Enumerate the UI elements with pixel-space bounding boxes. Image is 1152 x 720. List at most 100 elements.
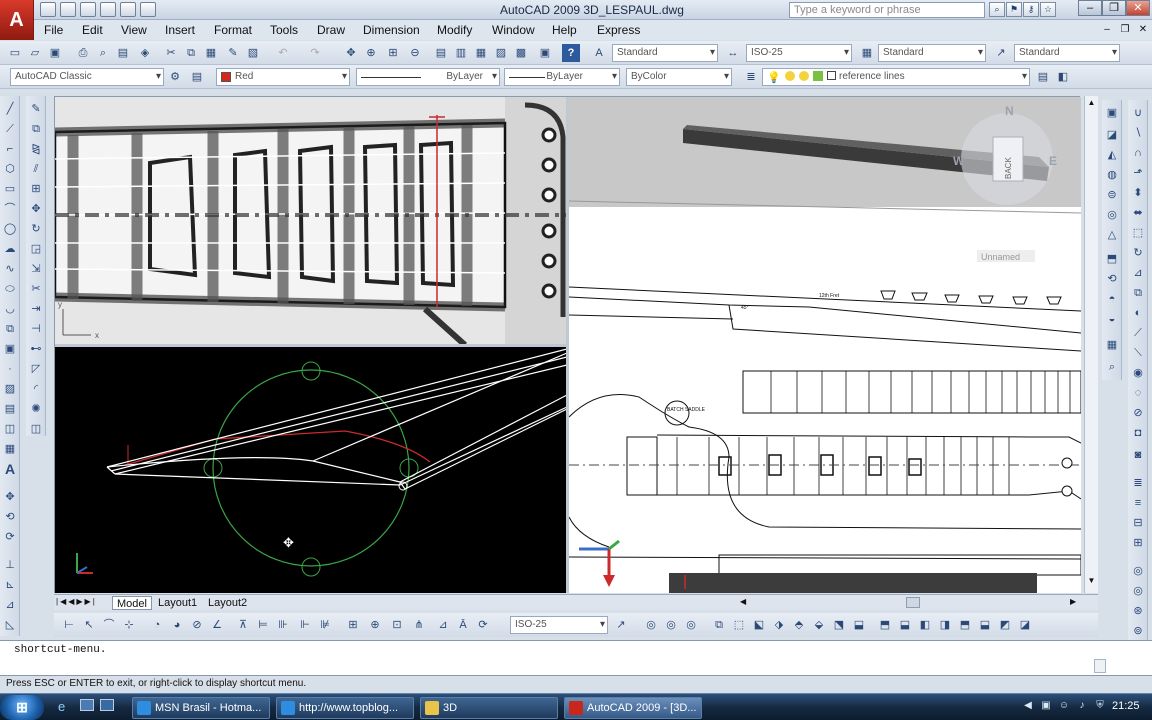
ucs-y-icon[interactable]: ⬓ bbox=[850, 616, 868, 634]
color-select[interactable]: Red bbox=[216, 68, 350, 86]
fillet-icon[interactable]: ◜ bbox=[27, 380, 45, 398]
properties-icon[interactable]: ▤ bbox=[432, 44, 450, 62]
dim-break-icon[interactable]: ⊯ bbox=[316, 616, 334, 634]
drawing-area[interactable]: y x ✥ N W E BACK Unnamed BATCH SADDLE 12… bbox=[54, 96, 1081, 593]
show-desktop-icon[interactable] bbox=[80, 699, 94, 711]
insert-block-icon[interactable]: ⧉ bbox=[1, 320, 19, 338]
search-input[interactable]: Type a keyword or phrase bbox=[789, 2, 985, 18]
wedge-icon[interactable]: ◪ bbox=[1103, 126, 1121, 144]
stretch-icon[interactable]: ⇲ bbox=[27, 260, 45, 278]
spline-icon[interactable]: ∿ bbox=[1, 260, 19, 278]
plot-icon[interactable]: ⎙ bbox=[74, 44, 92, 62]
hscroll-right-icon[interactable]: ▶ bbox=[1070, 597, 1076, 606]
block-editor-icon[interactable]: ▧ bbox=[244, 44, 262, 62]
view-right-icon[interactable]: ◨ bbox=[936, 616, 954, 634]
view-left-icon[interactable]: ◧ bbox=[916, 616, 934, 634]
quick-dim-icon[interactable]: ⊼ bbox=[234, 616, 252, 634]
tray-messenger-icon[interactable]: ☺ bbox=[1058, 700, 1070, 712]
imprint-icon[interactable]: ◉ bbox=[1129, 364, 1147, 382]
ucs-world-icon[interactable]: ⊾ bbox=[1, 576, 19, 594]
copy-edges-icon[interactable]: ⟋ bbox=[1129, 324, 1147, 342]
open-icon[interactable]: ▱ bbox=[26, 44, 44, 62]
break-icon[interactable]: ⊣ bbox=[27, 320, 45, 338]
angular-dim-icon[interactable]: ∠ bbox=[208, 616, 226, 634]
cylinder-icon[interactable]: ⊜ bbox=[1103, 186, 1121, 204]
ucs-x-icon[interactable]: ⬔ bbox=[830, 616, 848, 634]
chamfer-icon[interactable]: ◸ bbox=[27, 360, 45, 378]
dim-style-select[interactable]: ISO-25 bbox=[746, 44, 852, 62]
taskbar-item-folder[interactable]: 3D bbox=[420, 697, 558, 719]
workspace-select[interactable]: AutoCAD Classic bbox=[10, 68, 164, 86]
close-button[interactable]: ✕ bbox=[1126, 0, 1150, 16]
menu-help[interactable]: Help bbox=[552, 23, 577, 37]
union-icon[interactable]: ∪ bbox=[1129, 104, 1147, 122]
view-back-icon[interactable]: ⬓ bbox=[896, 616, 914, 634]
match-properties-icon[interactable]: ✎ bbox=[224, 44, 242, 62]
menu-modify[interactable]: Modify bbox=[437, 23, 472, 37]
zoom-previous-icon[interactable]: ⊖ bbox=[406, 44, 424, 62]
view-top-icon[interactable]: ⬒ bbox=[956, 616, 974, 634]
diameter-dim-icon[interactable]: ⊘ bbox=[188, 616, 206, 634]
menu-file[interactable]: File bbox=[44, 23, 63, 37]
taper-faces-icon[interactable]: ⊿ bbox=[1129, 264, 1147, 282]
extend-icon[interactable]: ⇥ bbox=[27, 300, 45, 318]
viewport-top[interactable]: y x bbox=[55, 97, 567, 345]
jogged-linear-icon[interactable]: ⋔ bbox=[410, 616, 428, 634]
switch-windows-icon[interactable] bbox=[100, 699, 114, 711]
menu-tools[interactable]: Tools bbox=[270, 23, 298, 37]
help-icon[interactable]: ? bbox=[562, 44, 580, 62]
move-icon[interactable]: ✥ bbox=[27, 200, 45, 218]
region-icon[interactable]: ◫ bbox=[1, 420, 19, 438]
menu-express[interactable]: Express bbox=[597, 23, 640, 37]
layer-properties-icon[interactable]: ≣ bbox=[742, 68, 760, 86]
ellipse-icon[interactable]: ⬭ bbox=[1, 280, 19, 298]
dim-style-status-select[interactable]: ISO-25 bbox=[510, 616, 608, 634]
adjust-distance-icon[interactable]: ⊚ bbox=[1129, 622, 1147, 640]
orbit-b-icon[interactable]: ◎ bbox=[662, 616, 680, 634]
orbit-c-icon[interactable]: ◎ bbox=[682, 616, 700, 634]
layer-walk-icon[interactable]: ≡ bbox=[1129, 494, 1147, 512]
erase-icon[interactable]: ✎ bbox=[27, 100, 45, 118]
ucs-icon[interactable]: ⊥ bbox=[1, 556, 19, 574]
undo-icon[interactable]: ↶ bbox=[274, 44, 292, 62]
multileader-style-icon[interactable]: ↗ bbox=[992, 44, 1010, 62]
move-icon-2[interactable]: ✥ bbox=[1, 488, 19, 506]
redo-icon[interactable]: ↷ bbox=[306, 44, 324, 62]
explode-icon[interactable]: ✺ bbox=[27, 400, 45, 418]
plotstyle-select[interactable]: ByColor bbox=[626, 68, 732, 86]
rectangle-icon[interactable]: ▭ bbox=[1, 180, 19, 198]
table-style-select[interactable]: Standard bbox=[878, 44, 986, 62]
layer-tools-icon[interactable]: ≣ bbox=[1129, 474, 1147, 492]
viewport-3d-shaded[interactable]: N W E BACK Unnamed BATCH SADDLE 12th Fre… bbox=[569, 97, 1081, 593]
offset-icon[interactable]: ⫽ bbox=[27, 160, 45, 178]
shell-icon[interactable]: ◘ bbox=[1129, 424, 1147, 442]
ellipse-arc-icon[interactable]: ◡ bbox=[1, 300, 19, 318]
rotate-faces-icon[interactable]: ↻ bbox=[1129, 244, 1147, 262]
doc-restore-icon[interactable]: ❐ bbox=[1118, 23, 1132, 37]
key-icon[interactable]: ⚷ bbox=[1023, 2, 1039, 17]
plot-preview-icon[interactable]: ⌕ bbox=[94, 44, 112, 62]
quickcalc-icon[interactable]: ▣ bbox=[536, 44, 554, 62]
arc-icon[interactable]: ⌒ bbox=[1, 200, 19, 218]
lineweight-select[interactable]: ByLayer bbox=[504, 68, 620, 86]
pyramid-icon[interactable]: △ bbox=[1103, 226, 1121, 244]
minimize-button[interactable]: – bbox=[1078, 0, 1102, 16]
markup-icon[interactable]: ▩ bbox=[512, 44, 530, 62]
tray-security-icon[interactable]: ⛨ bbox=[1094, 700, 1106, 712]
3d-dwf-icon[interactable]: ◈ bbox=[136, 44, 154, 62]
qa-redo-icon[interactable] bbox=[140, 2, 156, 17]
clock[interactable]: 21:25 bbox=[1112, 700, 1140, 712]
start-button[interactable]: ⊞ bbox=[0, 695, 44, 720]
pan-icon[interactable]: ✥ bbox=[342, 44, 360, 62]
trim-icon[interactable]: ✂ bbox=[27, 280, 45, 298]
linear-dim-icon[interactable]: ⊢ bbox=[60, 616, 78, 634]
linetype-select[interactable]: ByLayer bbox=[356, 68, 500, 86]
box-icon[interactable]: ▣ bbox=[1103, 104, 1121, 122]
hscroll-left-icon[interactable]: ◀ bbox=[740, 597, 746, 606]
separate-icon[interactable]: ⊘ bbox=[1129, 404, 1147, 422]
tool-palettes-icon[interactable]: ▦ bbox=[472, 44, 490, 62]
scroll-down-icon[interactable]: ▼ bbox=[1086, 576, 1097, 586]
extrude-icon[interactable]: ⬒ bbox=[1103, 250, 1121, 268]
search-icon[interactable]: ⌕ bbox=[989, 2, 1005, 17]
scroll-up-icon[interactable]: ▲ bbox=[1086, 98, 1097, 108]
